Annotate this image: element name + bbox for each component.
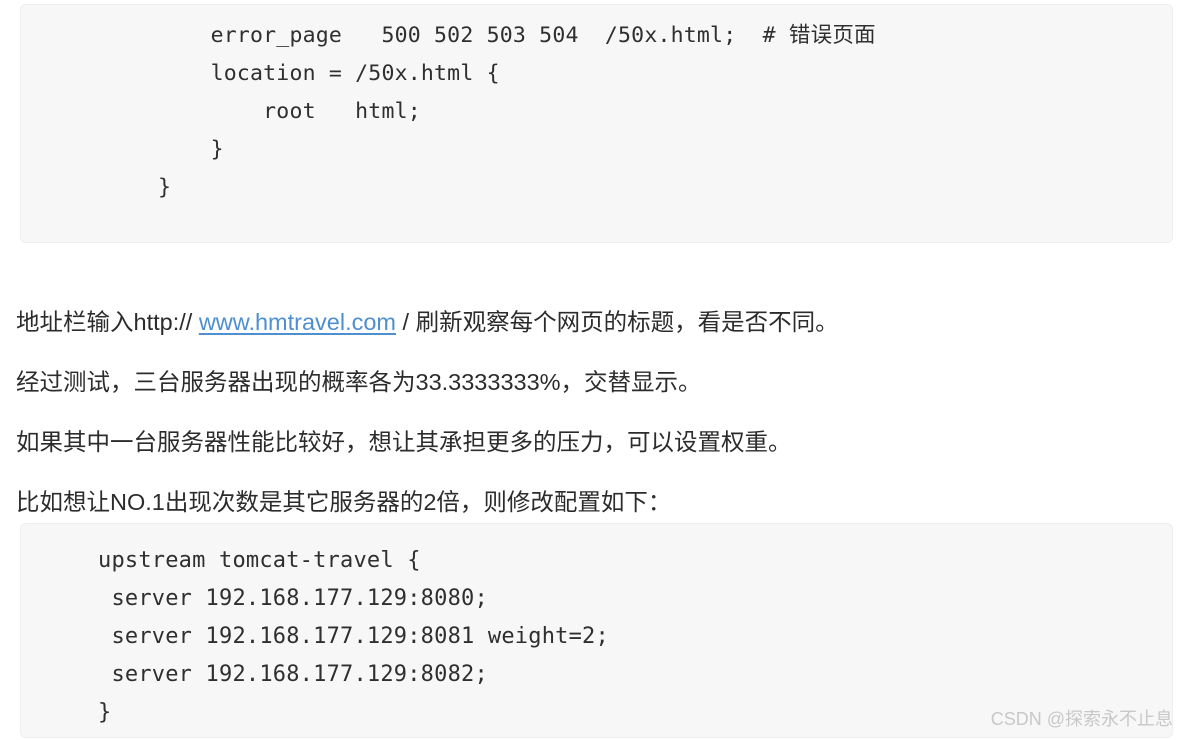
code-line-text: } (158, 137, 224, 162)
code-line: server 192.168.177.129:8082; (21, 656, 1172, 694)
code-line-text: root html; (158, 99, 421, 124)
code-line: server 192.168.177.129:8081 weight=2; (21, 618, 1172, 656)
code-line: } (21, 131, 1172, 169)
paragraph-suffix-text: / 刷新观察每个网页的标题，看是否不同。 (396, 308, 839, 335)
paragraph-test-result: 经过测试，三台服务器出现的概率各为33.3333333%，交替显示。 (16, 368, 702, 395)
hmtravel-link[interactable]: www.hmtravel.com (199, 309, 396, 335)
code-block-upstream: upstream tomcat-travel { server 192.168.… (20, 523, 1173, 738)
paragraph-weight-example: 比如想让NO.1出现次数是其它服务器的2倍，则修改配置如下： (16, 488, 672, 515)
code-line: } (21, 169, 1172, 207)
paragraph-address-bar: 地址栏输入http:// www.hmtravel.com / 刷新观察每个网页… (16, 305, 839, 339)
code-block-error-page: error_page 500 502 503 504 /50x.html; # … (20, 4, 1173, 243)
code-line: error_page 500 502 503 504 /50x.html; # … (21, 17, 1172, 55)
code-line: server 192.168.177.129:8080; (21, 580, 1172, 618)
paragraph-prefix-text: 地址栏输入http:// (16, 308, 199, 335)
code-content[interactable]: upstream tomcat-travel { server 192.168.… (21, 524, 1172, 732)
paragraph-weight-intro: 如果其中一台服务器性能比较好，想让其承担更多的压力，可以设置权重。 (16, 428, 792, 455)
code-line-text: upstream tomcat-travel { (98, 548, 421, 573)
csdn-watermark: CSDN @探索永不止息 (990, 709, 1173, 729)
code-line-text: } (158, 175, 172, 200)
code-line-text: server 192.168.177.129:8082; (98, 662, 488, 687)
article-page: error_page 500 502 503 504 /50x.html; # … (0, 0, 1189, 740)
code-line-text: server 192.168.177.129:8080; (98, 586, 488, 611)
code-line-text: error_page 500 502 503 504 /50x.html; # … (158, 23, 876, 48)
code-line: upstream tomcat-travel { (21, 542, 1172, 580)
code-line: location = /50x.html { (21, 55, 1172, 93)
code-line-text: server 192.168.177.129:8081 weight=2; (98, 624, 609, 649)
code-line-text: location = /50x.html { (158, 61, 500, 86)
code-line: root html; (21, 93, 1172, 131)
code-content[interactable]: error_page 500 502 503 504 /50x.html; # … (21, 5, 1172, 207)
code-line-text: } (98, 700, 112, 725)
